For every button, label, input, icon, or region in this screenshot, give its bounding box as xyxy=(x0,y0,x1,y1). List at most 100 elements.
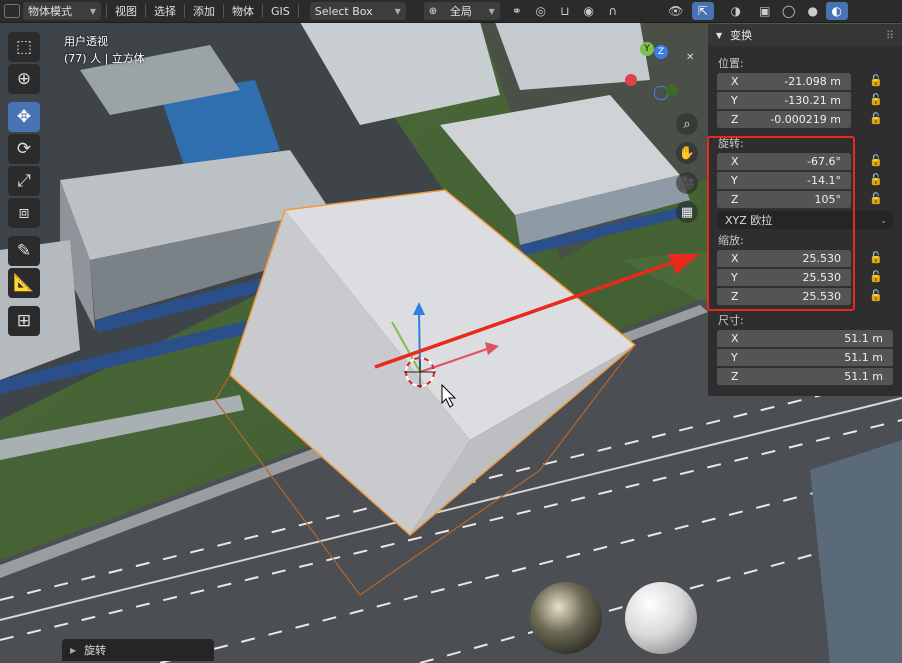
menu-select[interactable]: 选择 xyxy=(149,2,181,20)
gizmo-toggle-icon[interactable]: ⇱ xyxy=(691,2,714,20)
lock-icon[interactable]: 🔓 xyxy=(869,74,883,87)
location-x-row: X -21.098 m 🔓 xyxy=(717,72,893,91)
lock-icon[interactable]: 🔓 xyxy=(869,154,883,167)
select-box-icon[interactable]: ⬚ xyxy=(8,32,40,62)
editor-type-icon[interactable] xyxy=(4,4,20,18)
drag-handle-icon[interactable]: ⠿ xyxy=(886,29,894,42)
axis-label: Z xyxy=(731,112,739,126)
collapse-arrow-icon: ▼ xyxy=(716,30,723,40)
sidebar-close-icon[interactable]: ✕ xyxy=(686,52,694,63)
snap-target-icon[interactable]: ⊔ xyxy=(554,2,576,20)
axis-label: X xyxy=(731,331,739,345)
chevron-down-icon: ▼ xyxy=(488,6,495,16)
gizmo-y-axis[interactable]: Y xyxy=(640,42,654,56)
lock-icon[interactable]: 🔓 xyxy=(869,251,883,264)
lock-icon[interactable]: 🔓 xyxy=(869,93,883,106)
panel-title: 变换 xyxy=(730,29,753,42)
separator xyxy=(262,4,263,18)
view-name: 用户透视 xyxy=(64,35,108,48)
shading-wireframe-icon[interactable]: ◯ xyxy=(778,2,800,20)
gizmo-neg-y[interactable] xyxy=(666,84,678,96)
navigation-gizmo[interactable]: Z Y xyxy=(622,42,684,104)
tool-shelf: ⬚ ⊕ ✥ ⟳ ⤢ ⧈ ✎ 📐 ⊞ xyxy=(8,32,46,338)
add-cube-icon[interactable]: ⊞ xyxy=(8,306,40,336)
axis-label: Y xyxy=(731,350,738,364)
annotate-icon[interactable]: ✎ xyxy=(8,236,40,266)
dimensions-x-field[interactable]: X 51.1 m xyxy=(717,329,893,348)
redo-panel-label: 旋转 xyxy=(84,644,107,657)
chevron-down-icon: ⌄ xyxy=(880,215,887,225)
transform-icon[interactable]: ⧈ xyxy=(8,198,40,228)
gizmo-x-axis[interactable] xyxy=(625,74,637,86)
shading-material-icon[interactable]: ◐ xyxy=(825,2,848,20)
location-label: 位置: xyxy=(718,57,744,70)
overlay-toggle-icon[interactable]: ◑ xyxy=(725,2,747,20)
zoom-icon[interactable]: ⌕ xyxy=(676,113,698,135)
chevron-down-icon: ▼ xyxy=(394,6,401,16)
dimensions-z-value: 51.1 m xyxy=(844,369,883,383)
select-mode-dropdown[interactable]: Select Box ▼ xyxy=(309,2,406,20)
separator xyxy=(223,4,224,18)
mode-label: 物体模式 xyxy=(28,5,72,18)
pan-hand-icon[interactable]: ✋ xyxy=(676,142,698,164)
separator xyxy=(106,4,107,18)
lock-icon[interactable]: 🔓 xyxy=(869,192,883,205)
lock-icon[interactable]: 🔓 xyxy=(869,112,883,125)
location-y-field[interactable]: Y -130.21 m xyxy=(717,91,851,110)
expand-arrow-icon: ▶ xyxy=(70,645,77,655)
lock-icon[interactable]: 🔓 xyxy=(869,270,883,283)
rotate-icon[interactable]: ⟳ xyxy=(8,134,40,164)
camera-icon[interactable]: 🎥 xyxy=(676,172,698,194)
scale-icon[interactable]: ⤢ xyxy=(8,166,40,196)
chevron-down-icon: ▼ xyxy=(89,6,96,16)
location-z-row: Z -0.000219 m 🔓 xyxy=(717,110,893,129)
cursor-icon[interactable]: ⊕ xyxy=(8,64,40,94)
menu-add[interactable]: 添加 xyxy=(188,2,220,20)
snap-icon[interactable]: ◎ xyxy=(530,2,552,20)
gizmo-z-axis[interactable]: Z xyxy=(654,45,668,59)
separator xyxy=(184,4,185,18)
select-mode-label: Select Box xyxy=(314,4,373,18)
menu-view[interactable]: 视图 xyxy=(110,2,142,20)
location-z-field[interactable]: Z -0.000219 m xyxy=(717,110,851,129)
location-y-row: Y -130.21 m 🔓 xyxy=(717,91,893,110)
mode-dropdown[interactable]: 物体模式 ▼ xyxy=(23,2,101,20)
annotation-highlight-box xyxy=(707,136,855,311)
menu-object[interactable]: 物体 xyxy=(227,2,259,20)
falloff-icon[interactable]: ∩ xyxy=(602,2,624,20)
transform-orientation-dropdown[interactable]: ⊕ 全局 ▼ xyxy=(423,2,500,20)
location-y-value: -130.21 m xyxy=(784,93,841,107)
pivot-point-icon[interactable]: ⚭ xyxy=(506,2,528,20)
separator xyxy=(297,4,299,18)
viewport-info: 用户透视 (77) 人 | 立方体 xyxy=(64,33,145,67)
measure-icon[interactable]: 📐 xyxy=(8,268,40,298)
axis-label: Z xyxy=(731,369,739,383)
visibility-icon[interactable]: 👁 xyxy=(665,2,687,20)
orientation-icon: ⊕ xyxy=(428,5,438,17)
lock-icon[interactable]: 🔓 xyxy=(869,173,883,186)
axis-label: Y xyxy=(731,93,738,107)
dimensions-z-row: Z 51.1 m xyxy=(717,367,893,386)
perspective-grid-icon[interactable]: ▦ xyxy=(676,201,698,223)
dimensions-y-value: 51.1 m xyxy=(844,350,883,364)
proportional-edit-icon[interactable]: ◉ xyxy=(578,2,600,20)
move-icon[interactable]: ✥ xyxy=(8,102,40,132)
shading-solid-icon[interactable]: ● xyxy=(802,2,824,20)
orientation-label: 全局 xyxy=(449,5,472,18)
dimensions-y-row: Y 51.1 m xyxy=(717,348,893,367)
menu-gis[interactable]: GIS xyxy=(266,2,295,20)
separator xyxy=(145,4,146,18)
collection-info: (77) 人 | 立方体 xyxy=(64,52,145,65)
panel-header[interactable]: ▼ 变换 ⠿ xyxy=(708,24,902,46)
lock-icon[interactable]: 🔓 xyxy=(869,289,883,302)
dimensions-x-row: X 51.1 m xyxy=(717,329,893,348)
xray-toggle-icon[interactable]: ▣ xyxy=(754,2,776,20)
redo-panel[interactable]: ▶ 旋转 xyxy=(62,639,214,661)
viewport-header: 物体模式 ▼ 视图 选择 添加 物体 GIS Select Box ▼ ⊕ 全局 ▼ … xyxy=(0,0,902,23)
location-z-value: -0.000219 m xyxy=(770,112,841,126)
dimensions-z-field[interactable]: Z 51.1 m xyxy=(717,367,893,386)
location-x-field[interactable]: X -21.098 m xyxy=(717,72,851,91)
dimensions-x-value: 51.1 m xyxy=(844,331,883,345)
dimensions-y-field[interactable]: Y 51.1 m xyxy=(717,348,893,367)
